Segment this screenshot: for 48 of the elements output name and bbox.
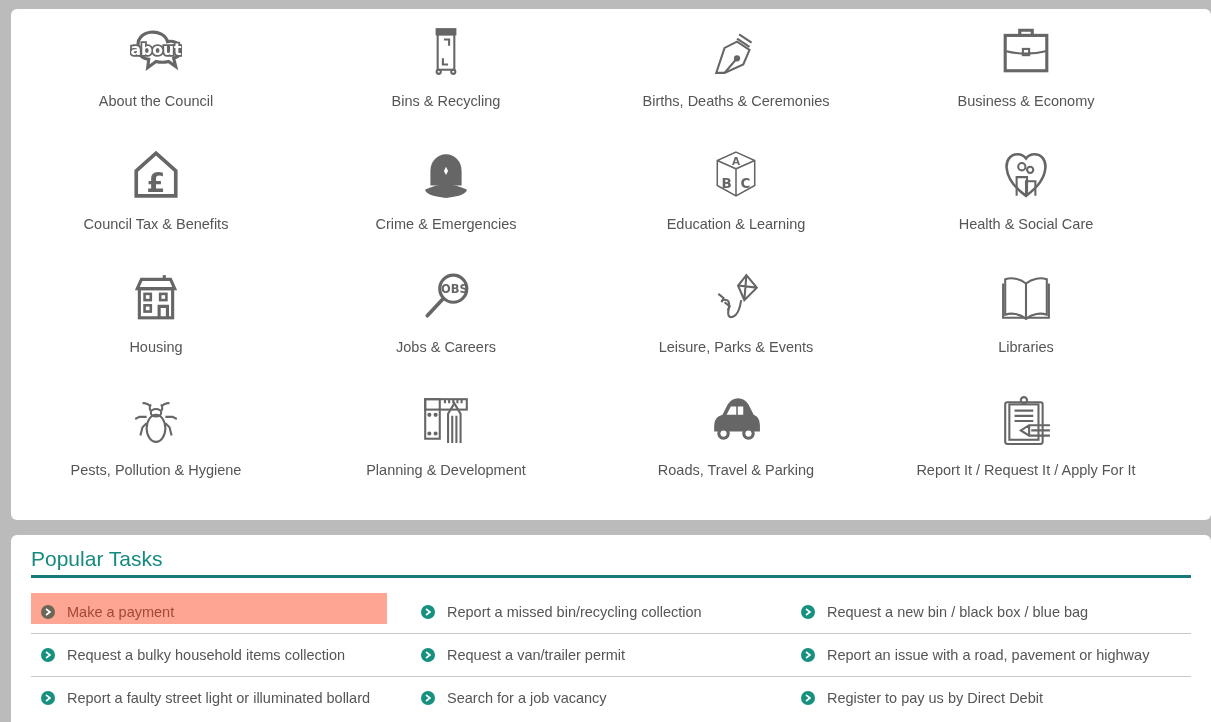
task-link[interactable]: Report a faulty street light or illuminated bollard — [31, 677, 411, 719]
service-label: Births, Deaths & Ceremonies — [642, 93, 830, 109]
service-label: Report It / Request It / Apply For It — [916, 462, 1136, 478]
service-label: About the Council — [98, 93, 214, 109]
service-link[interactable]: Health & Social Care — [881, 148, 1171, 271]
service-label: Leisure, Parks & Events — [658, 339, 814, 355]
service-label: Bins & Recycling — [391, 93, 501, 109]
service-link[interactable]: Crime & Emergencies — [301, 148, 591, 271]
service-label: Council Tax & Benefits — [83, 216, 229, 232]
task-link[interactable]: Request a new bin / black box / blue bag — [791, 591, 1191, 634]
service-link[interactable]: Leisure, Parks & Events — [591, 271, 881, 394]
service-label: Education & Learning — [666, 216, 806, 232]
service-label: Business & Economy — [957, 93, 1095, 109]
service-link[interactable]: A B C Education & Learning — [591, 148, 881, 271]
chevron-icon — [801, 691, 815, 705]
service-label: Roads, Travel & Parking — [657, 462, 815, 478]
service-label: Health & Social Care — [958, 216, 1094, 232]
service-link[interactable]: Business & Economy — [881, 25, 1171, 148]
service-label: Crime & Emergencies — [375, 216, 517, 232]
task-link[interactable]: Register to pay us by Direct Debit — [791, 677, 1191, 719]
service-label: Housing — [129, 339, 183, 355]
chevron-icon — [41, 691, 55, 705]
chevron-icon — [801, 648, 815, 662]
chevron-icon — [421, 605, 435, 619]
service-link[interactable]: Housing — [11, 271, 301, 394]
section-heading: Popular Tasks — [31, 547, 1191, 578]
task-link[interactable]: Search for a job vacancy — [411, 677, 791, 719]
task-link[interactable]: Report a missed bin/recycling collection — [411, 591, 791, 634]
task-link[interactable]: Request a van/trailer permit — [411, 634, 791, 677]
service-label: Pests, Pollution & Hygiene — [70, 462, 242, 478]
service-link[interactable]: £ Council Tax & Benefits — [11, 148, 301, 271]
service-link[interactable]: Roads, Travel & Parking — [591, 394, 881, 517]
chevron-icon — [421, 648, 435, 662]
chevron-icon — [801, 605, 815, 619]
chevron-icon — [41, 605, 55, 619]
service-label: Libraries — [998, 339, 1054, 355]
chevron-icon — [421, 691, 435, 705]
chevron-icon — [41, 648, 55, 662]
service-link[interactable]: Planning & Development — [301, 394, 591, 517]
service-label: Jobs & Careers — [396, 339, 496, 355]
service-link[interactable]: Bins & Recycling — [301, 25, 591, 148]
task-link[interactable]: Report an issue with a road, pavement or highway — [791, 634, 1191, 677]
service-link[interactable]: Report It / Request It / Apply For It — [881, 394, 1171, 517]
service-link[interactable]: Pests, Pollution & Hygiene — [11, 394, 301, 517]
task-link[interactable]: Request a bulky household items collection — [31, 634, 411, 677]
service-label: Planning & Development — [366, 462, 526, 478]
service-link[interactable]: Libraries — [881, 271, 1171, 394]
service-link[interactable]: Births, Deaths & Ceremonies — [591, 25, 881, 148]
